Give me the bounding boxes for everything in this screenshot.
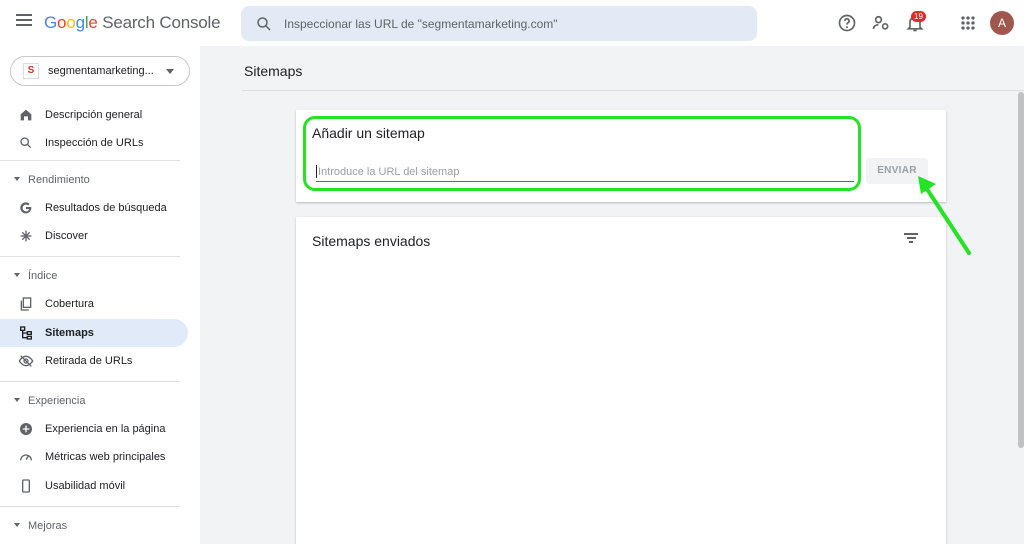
section-header-enhancements[interactable]: Mejoras — [0, 516, 200, 536]
speedometer-icon — [20, 454, 32, 461]
main-content: Sitemaps Añadir un sitemap Introduce la … — [200, 46, 1024, 544]
caret-down-icon — [14, 523, 20, 527]
account-avatar[interactable]: A — [990, 11, 1014, 35]
sidebar: S segmentamarketing... Descripción gener… — [0, 46, 200, 544]
logo-product-name: Search Console — [102, 13, 221, 32]
help-icon[interactable] — [837, 13, 857, 33]
notifications-badge: 19 — [911, 11, 926, 22]
sidebar-item-label: Usabilidad móvil — [45, 480, 126, 492]
logo-letter: o — [66, 13, 76, 32]
section-label: Índice — [28, 270, 58, 282]
property-selector[interactable]: S segmentamarketing... — [10, 56, 190, 86]
submitted-sitemaps-card: Sitemaps enviados — [296, 217, 946, 544]
asterisk-icon — [20, 230, 32, 242]
sidebar-item-label: Descripción general — [45, 109, 143, 121]
sidebar-divider — [0, 381, 180, 382]
submitted-sitemaps-title: Sitemaps enviados — [312, 233, 431, 249]
section-header-experience[interactable]: Experiencia — [0, 391, 200, 411]
sidebar-item-url-removals[interactable]: Retirada de URLs — [0, 347, 188, 375]
sidebar-divider — [0, 256, 180, 257]
search-icon — [20, 137, 32, 149]
header-divider — [242, 90, 1024, 91]
sidebar-item-discover[interactable]: Discover — [0, 222, 188, 250]
section-label: Rendimiento — [28, 174, 90, 186]
scrollbar[interactable] — [1018, 92, 1024, 448]
sidebar-item-search-results[interactable]: Resultados de búsqueda — [0, 194, 188, 222]
apps-grid-icon[interactable] — [958, 13, 978, 33]
sidebar-divider — [0, 160, 180, 161]
search-placeholder: Inspeccionar las URL de "segmentamarketi… — [284, 17, 558, 31]
top-app-bar: Google Search Console Inspeccionar las U… — [0, 0, 1024, 46]
caret-down-icon — [14, 398, 20, 402]
sidebar-item-label: Discover — [45, 230, 88, 242]
section-label: Experiencia — [28, 395, 86, 407]
menu-icon[interactable] — [16, 14, 32, 30]
section-header-index[interactable]: Índice — [0, 266, 200, 286]
sitemap-icon — [19, 326, 32, 340]
sidebar-divider — [0, 506, 180, 507]
sidebar-item-page-experience[interactable]: Experiencia en la página — [0, 415, 188, 443]
eye-off-icon — [18, 355, 34, 367]
sidebar-item-core-web-vitals[interactable]: Métricas web principales — [0, 443, 188, 471]
sidebar-item-url-inspection[interactable]: Inspección de URLs — [0, 129, 188, 157]
section-header-performance[interactable]: Rendimiento — [0, 170, 200, 190]
sidebar-item-label: Sitemaps — [45, 327, 94, 339]
logo-letter: G — [44, 13, 58, 32]
home-icon — [20, 109, 32, 121]
sidebar-item-label: Experiencia en la página — [45, 423, 166, 435]
annotation-arrow — [918, 176, 971, 255]
logo-letter: g — [75, 13, 85, 32]
google-g-icon — [20, 202, 32, 214]
caret-down-icon — [14, 273, 20, 277]
manage-users-icon[interactable] — [871, 13, 891, 33]
annotation-highlight-box — [303, 116, 861, 191]
plus-circle-icon — [20, 423, 32, 435]
property-name: segmentamarketing... — [48, 65, 154, 77]
phone-icon — [22, 479, 30, 493]
search-console-logo[interactable]: Google Search Console — [44, 13, 221, 33]
sidebar-item-label: Inspección de URLs — [45, 137, 144, 149]
file-copy-icon — [20, 297, 32, 311]
page-title: Sitemaps — [244, 63, 303, 79]
chevron-down-icon — [166, 69, 174, 74]
sidebar-item-label: Retirada de URLs — [45, 355, 133, 367]
sidebar-item-label: Métricas web principales — [45, 451, 166, 463]
url-inspection-search[interactable]: Inspeccionar las URL de "segmentamarketi… — [241, 6, 757, 41]
sidebar-item-coverage[interactable]: Cobertura — [0, 290, 188, 318]
section-label: Mejoras — [28, 520, 68, 532]
caret-down-icon — [14, 177, 20, 181]
sidebar-item-mobile-usability[interactable]: Usabilidad móvil — [0, 472, 188, 500]
logo-letter: e — [88, 13, 98, 32]
sidebar-item-label: Cobertura — [45, 298, 94, 310]
sidebar-item-label: Resultados de búsqueda — [45, 202, 167, 214]
logo-letter: o — [57, 13, 67, 32]
sidebar-item-sitemaps[interactable]: Sitemaps — [0, 319, 188, 347]
search-icon — [257, 17, 271, 31]
property-logo: S — [23, 63, 39, 79]
sidebar-item-overview[interactable]: Descripción general — [0, 101, 188, 129]
